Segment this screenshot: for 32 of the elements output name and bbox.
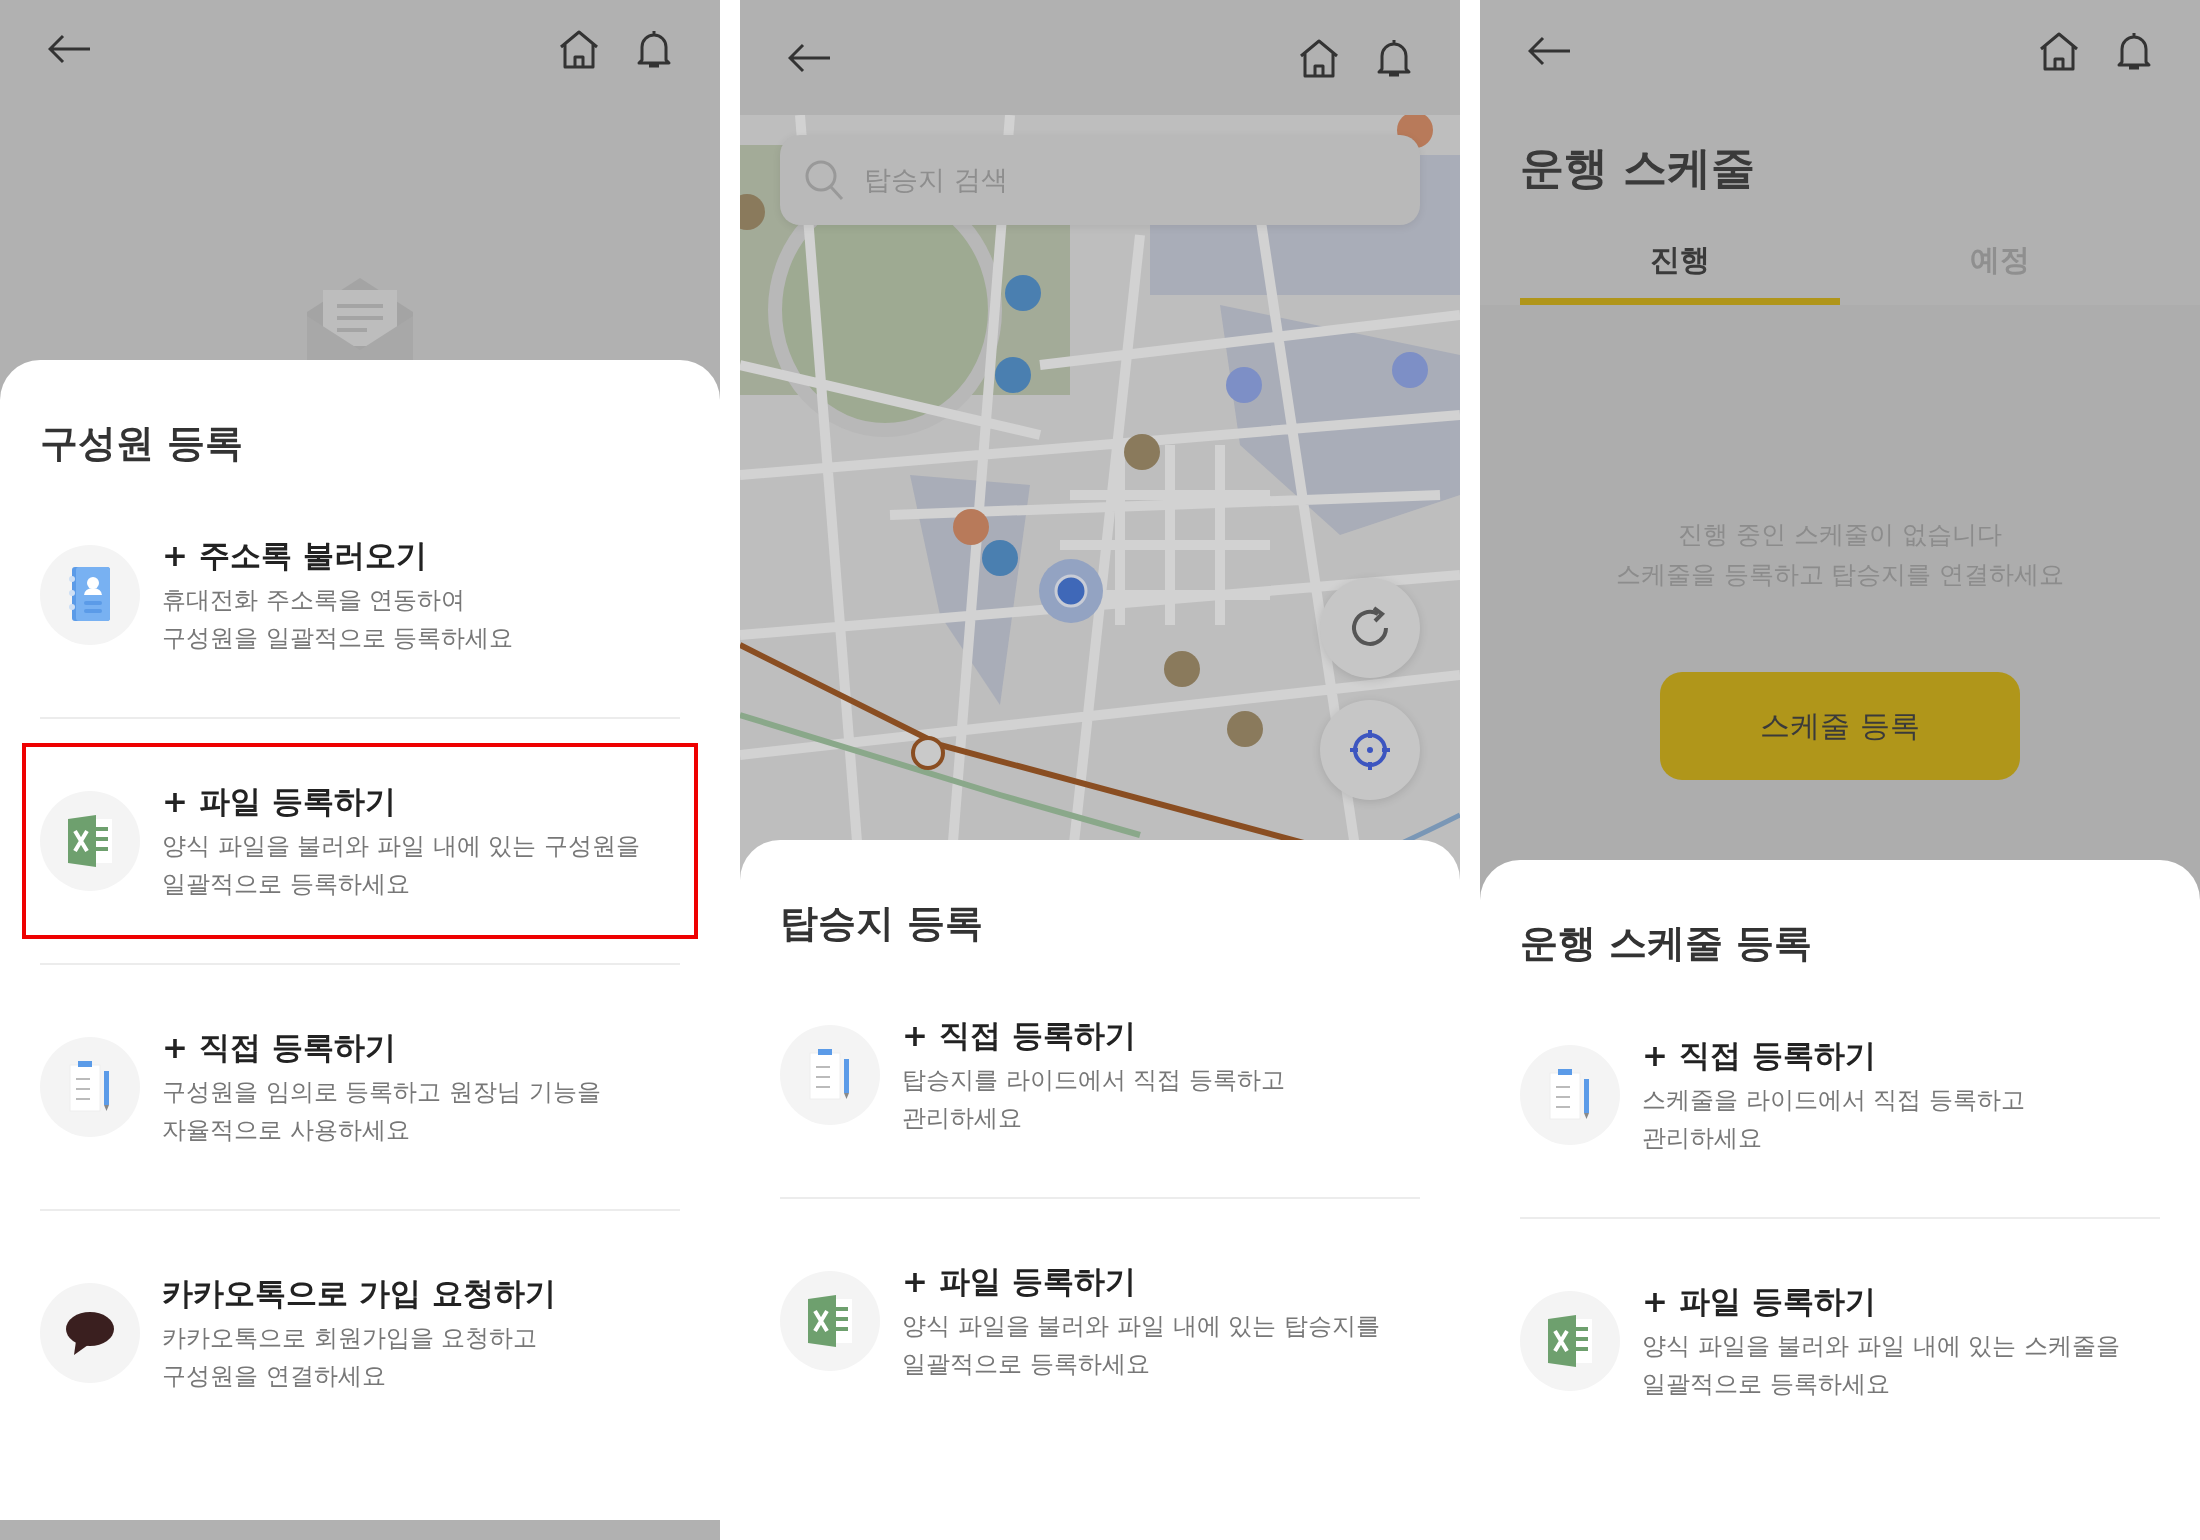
register-schedule-button[interactable]: 스케줄 등록 xyxy=(1660,672,2020,780)
option-description: 양식 파일을 불러와 파일 내에 있는 스케줄을 일괄적으로 등록하세요 xyxy=(1642,1331,2120,1400)
option-title[interactable]: + 파일 등록하기 xyxy=(902,1259,1136,1303)
home-icon[interactable] xyxy=(2038,31,2080,71)
home-icon[interactable] xyxy=(558,29,600,69)
bell-icon[interactable] xyxy=(2116,30,2152,72)
sheet-title: 운행 스케줄 등록 xyxy=(1520,920,1813,967)
sheet-title: 탑승지 등록 xyxy=(780,900,984,947)
option-description: 탑승지를 라이드에서 직접 등록하고 관리하세요 xyxy=(902,1065,1285,1134)
back-arrow-icon[interactable] xyxy=(1528,36,1572,66)
option-title[interactable]: + 주소록 불러오기 xyxy=(162,533,427,577)
home-icon[interactable] xyxy=(1298,37,1340,78)
tab[interactable]: 진행 xyxy=(1520,228,1840,305)
option-title[interactable]: 카카오톡으로 가입 요청하기 xyxy=(162,1271,556,1315)
option-description: 카카오톡으로 회원가입을 요청하고 구성원을 연결하세요 xyxy=(162,1323,538,1392)
option-title[interactable]: + 직접 등록하기 xyxy=(902,1013,1136,1057)
sheet-title: 구성원 등록 xyxy=(40,420,244,467)
page-title: 운행 스케줄 xyxy=(1520,141,1756,195)
option-description: 양식 파일을 불러와 파일 내에 있는 구성원을 일괄적으로 등록하세요 xyxy=(162,831,640,900)
option-title[interactable]: + 파일 등록하기 xyxy=(162,779,396,823)
option-title[interactable]: + 파일 등록하기 xyxy=(1642,1279,1876,1323)
option-title[interactable]: + 직접 등록하기 xyxy=(162,1025,396,1069)
search-icon xyxy=(804,159,844,201)
option-description: 양식 파일을 불러와 파일 내에 있는 탑승지를 일괄적으로 등록하세요 xyxy=(902,1311,1380,1380)
back-arrow-icon[interactable] xyxy=(788,42,832,73)
option-description: 스케줄을 라이드에서 직접 등록하고 관리하세요 xyxy=(1642,1085,2025,1154)
crosshair-icon xyxy=(1348,728,1392,772)
back-arrow-icon[interactable] xyxy=(48,34,92,64)
option-description: 구성원을 임의로 등록하고 원장님 기능을 자율적으로 사용하세요 xyxy=(162,1077,601,1146)
bell-icon[interactable] xyxy=(636,28,672,70)
option-title[interactable]: + 직접 등록하기 xyxy=(1642,1033,1876,1077)
option-description: 휴대전화 주소록을 연동하여 구성원을 일괄적으로 등록하세요 xyxy=(162,585,514,654)
